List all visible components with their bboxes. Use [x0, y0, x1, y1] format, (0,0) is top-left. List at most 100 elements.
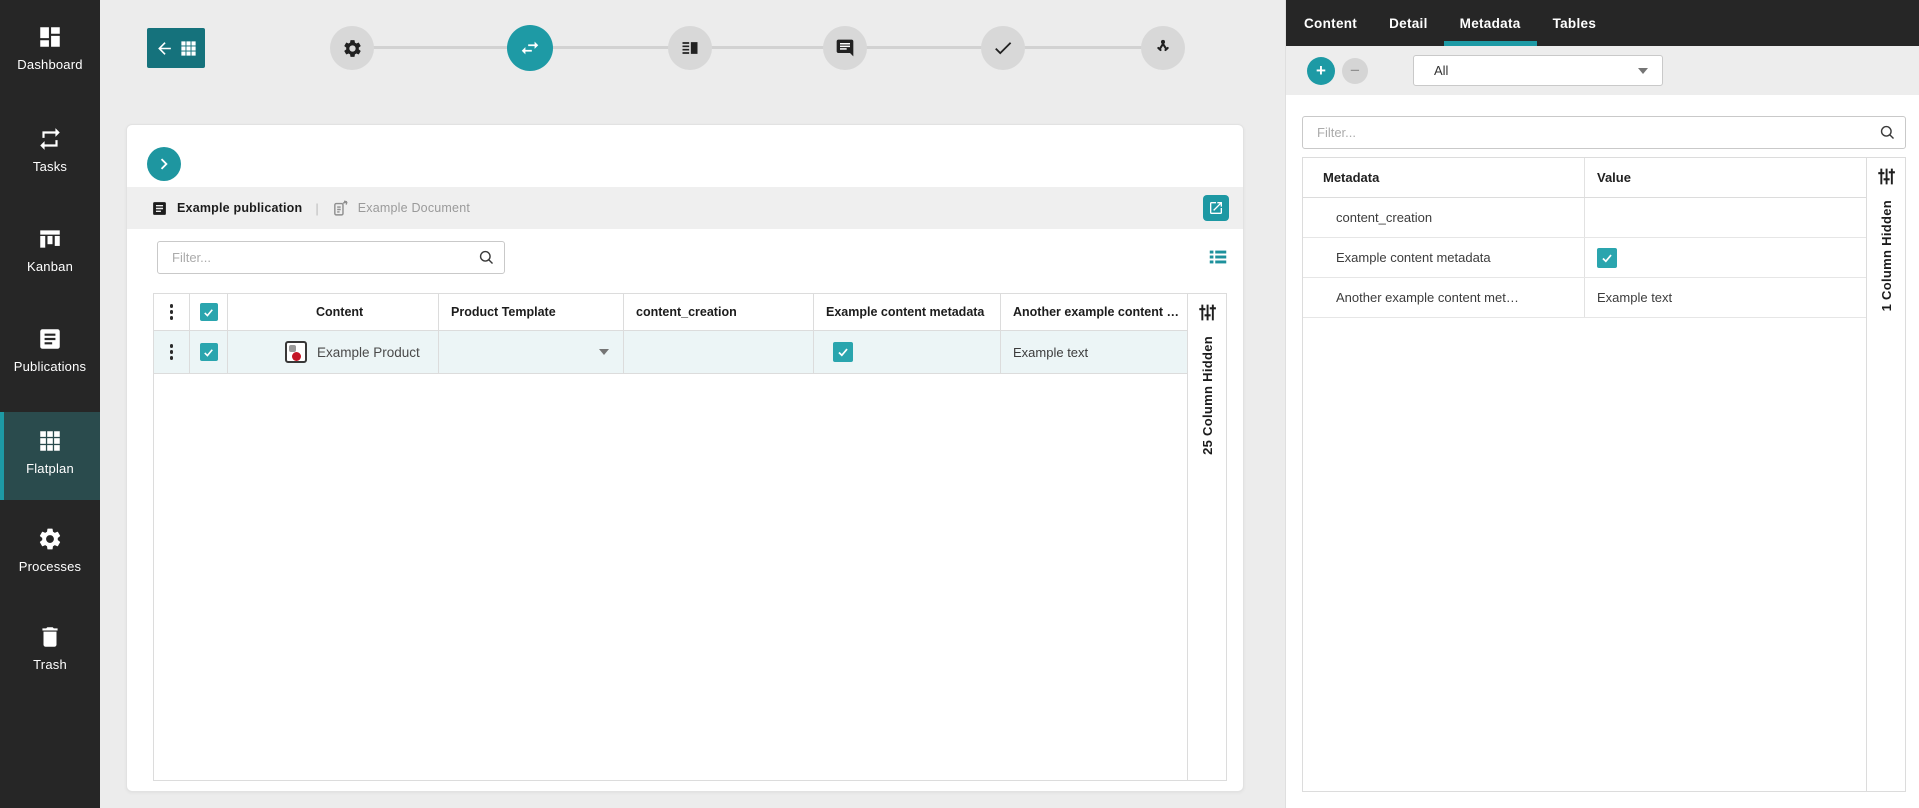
metadata-controls: + − All	[1286, 46, 1919, 95]
list-view-icon[interactable]	[1207, 246, 1229, 268]
metadata-value[interactable]	[1585, 198, 1869, 237]
sidebar-item-label: Dashboard	[17, 57, 82, 72]
step-exchange-active[interactable]	[507, 25, 553, 71]
sidebar-item-label: Kanban	[27, 259, 73, 274]
sidebar-item-processes[interactable]: Processes	[0, 526, 100, 574]
row-product-template-cell[interactable]	[439, 331, 624, 373]
column-header-another-example[interactable]: Another example content …	[1001, 294, 1190, 330]
hidden-columns-strip: 1 Column Hidden	[1866, 158, 1905, 791]
step-approve[interactable]	[981, 26, 1025, 70]
table-row[interactable]: Example Product Example text	[154, 331, 1226, 374]
another-example-value: Example text	[1001, 345, 1088, 360]
detail-panel-tabs: Content Detail Metadata Tables	[1286, 0, 1919, 46]
row-menu-cell	[154, 331, 190, 373]
column-header-content[interactable]: Content	[228, 294, 439, 330]
metadata-scope-select[interactable]: All	[1413, 55, 1663, 86]
column-header-product-template[interactable]: Product Template	[439, 294, 624, 330]
column-header-value[interactable]: Value	[1585, 158, 1869, 197]
tab-detail[interactable]: Detail	[1373, 0, 1444, 46]
breadcrumb: Example publication | Example Document	[127, 187, 1243, 229]
back-to-grid-button[interactable]	[147, 28, 205, 68]
dashboard-icon	[37, 24, 63, 50]
metadata-value-checkbox[interactable]	[1597, 248, 1617, 268]
swap-arrows-icon	[519, 37, 541, 59]
metadata-filter-input[interactable]	[1302, 116, 1906, 149]
metadata-row[interactable]: content_creation	[1303, 198, 1905, 238]
sidebar-item-label: Processes	[19, 559, 82, 574]
sidebar-item-label: Tasks	[33, 159, 67, 174]
header-select-all	[190, 294, 228, 330]
search-icon	[1878, 123, 1897, 142]
minus-icon: −	[1350, 62, 1360, 79]
column-header-content-creation[interactable]: content_creation	[624, 294, 814, 330]
gear-icon	[37, 526, 63, 552]
chevron-right-icon	[153, 153, 175, 175]
sidebar-item-dashboard[interactable]: Dashboard	[0, 24, 100, 72]
workflow-person-icon	[1152, 37, 1174, 59]
step-comments[interactable]	[823, 26, 867, 70]
breadcrumb-publication[interactable]: Example publication	[177, 201, 302, 215]
column-settings-icon[interactable]	[1876, 166, 1897, 187]
metadata-checkbox[interactable]	[833, 342, 853, 362]
column-header-example-metadata[interactable]: Example content metadata	[814, 294, 1001, 330]
sidebar-item-label: Trash	[33, 657, 67, 672]
document-open-icon	[332, 200, 349, 217]
metadata-row[interactable]: Example content metadata	[1303, 238, 1905, 278]
row-example-metadata-cell	[814, 331, 1001, 373]
sidebar-item-publications[interactable]: Publications	[0, 326, 100, 374]
kebab-menu-icon[interactable]	[170, 304, 173, 319]
plus-icon: +	[1316, 62, 1326, 79]
step-settings[interactable]	[330, 26, 374, 70]
product-name: Example Product	[317, 345, 420, 360]
dropdown-caret-icon[interactable]	[599, 349, 609, 355]
column-settings-icon[interactable]	[1197, 302, 1218, 323]
sidebar-item-flatplan[interactable]: Flatplan	[0, 428, 100, 476]
open-external-button[interactable]	[1203, 195, 1229, 221]
product-image-icon	[285, 341, 307, 363]
row-content-cell[interactable]: Example Product	[228, 331, 439, 373]
detail-panel: Content Detail Metadata Tables + − All M…	[1285, 0, 1919, 808]
sidebar: Dashboard Tasks Kanban Publications Flat	[0, 0, 100, 808]
hidden-columns-label[interactable]: 25 Column Hidden	[1200, 336, 1215, 455]
comment-icon	[835, 38, 855, 58]
add-metadata-button[interactable]: +	[1307, 57, 1335, 85]
content-filter	[157, 241, 505, 274]
sidebar-item-tasks[interactable]: Tasks	[0, 126, 100, 174]
breadcrumb-document[interactable]: Example Document	[358, 201, 470, 215]
expand-panel-button[interactable]	[147, 147, 181, 181]
stepper-connector	[352, 46, 1163, 49]
hidden-columns-label[interactable]: 1 Column Hidden	[1879, 200, 1894, 311]
metadata-filter	[1302, 116, 1906, 149]
grid-icon	[37, 428, 63, 454]
step-layout[interactable]	[668, 26, 712, 70]
row-content-creation-cell[interactable]	[624, 331, 814, 373]
content-filter-input[interactable]	[157, 241, 505, 274]
scope-select-value: All	[1434, 63, 1448, 78]
column-header-metadata[interactable]: Metadata	[1303, 158, 1585, 197]
search-icon	[477, 248, 496, 267]
flatplan-card: Example publication | Example Document	[126, 124, 1244, 792]
sidebar-item-kanban[interactable]: Kanban	[0, 226, 100, 274]
sidebar-item-label: Flatplan	[26, 461, 74, 476]
remove-metadata-button[interactable]: −	[1342, 58, 1368, 84]
metadata-name: Another example content met…	[1303, 278, 1585, 317]
tab-metadata[interactable]: Metadata	[1444, 0, 1537, 46]
check-icon	[992, 37, 1014, 59]
tab-tables[interactable]: Tables	[1537, 0, 1613, 46]
row-checkbox[interactable]	[200, 343, 218, 361]
tab-content[interactable]: Content	[1288, 0, 1373, 46]
metadata-value[interactable]: Example text	[1585, 278, 1869, 317]
article-icon	[37, 326, 63, 352]
sidebar-item-trash[interactable]: Trash	[0, 624, 100, 672]
kebab-menu-icon[interactable]	[170, 344, 173, 359]
gear-icon	[342, 38, 363, 59]
kanban-columns-icon	[37, 226, 63, 252]
step-workflow[interactable]	[1141, 26, 1185, 70]
select-all-checkbox[interactable]	[200, 303, 218, 321]
dropdown-caret-icon	[1638, 68, 1648, 74]
row-another-example-cell[interactable]: Example text	[1001, 331, 1190, 373]
metadata-value	[1585, 238, 1869, 277]
metadata-row[interactable]: Another example content met… Example tex…	[1303, 278, 1905, 318]
repeat-arrows-icon	[37, 126, 63, 152]
metadata-name: content_creation	[1303, 198, 1585, 237]
